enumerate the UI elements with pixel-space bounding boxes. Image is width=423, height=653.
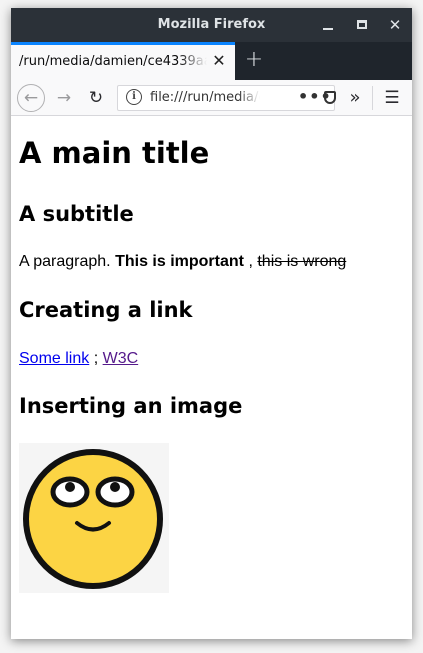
minimize-icon[interactable] [319,16,337,34]
url-bar[interactable]: i file:///run/media/d ••• [117,85,336,111]
close-icon[interactable]: ✕ [386,16,404,34]
comma-text: , [248,253,253,270]
w3c-link[interactable]: W3C [103,350,139,367]
page-title: A main title [19,136,210,170]
overflow-icon[interactable]: » [342,86,368,110]
nav-bar: ← → ↻ i file:///run/media/d ••• » ☰ [11,80,412,116]
some-link[interactable]: Some link [19,350,89,367]
window-title: Mozilla Firefox [157,17,266,32]
paragraph: A paragraph. This is important , this is… [19,253,346,271]
tab-title: /run/media/damien/ce4339aa [19,54,207,69]
link-heading: Creating a link [19,298,193,322]
tab-close-icon[interactable]: ✕ [209,51,229,71]
wrong-text: this is wrong [257,253,347,270]
url-text[interactable]: file:///run/media/d [150,90,260,105]
tab-current[interactable]: /run/media/damien/ce4339aa ✕ [11,42,235,80]
image-heading: Inserting an image [19,394,243,418]
reload-icon[interactable]: ↻ [83,86,109,110]
new-tab-icon[interactable]: + [241,47,267,73]
toolbar-separator [372,86,373,110]
title-bar: Mozilla Firefox ✕ [11,8,412,42]
info-icon[interactable]: i [126,89,142,105]
pocket-icon[interactable] [324,91,336,104]
subtitle-heading: A subtitle [19,202,134,226]
links-paragraph: Some link ; W3C [19,350,138,368]
smiley-image [19,443,169,593]
paragraph-text: A paragraph. [19,253,111,270]
important-text: This is important [115,253,244,270]
browser-window: Mozilla Firefox ✕ /run/media/damien/ce43… [11,8,412,639]
forward-icon[interactable]: → [51,86,77,110]
tab-bar: /run/media/damien/ce4339aa ✕ + [11,42,412,80]
back-icon[interactable]: ← [17,84,45,112]
maximize-icon[interactable] [353,16,371,34]
link-separator: ; [93,350,99,367]
page-content: A main title A subtitle A paragraph. Thi… [11,117,412,639]
menu-icon[interactable]: ☰ [379,86,405,110]
